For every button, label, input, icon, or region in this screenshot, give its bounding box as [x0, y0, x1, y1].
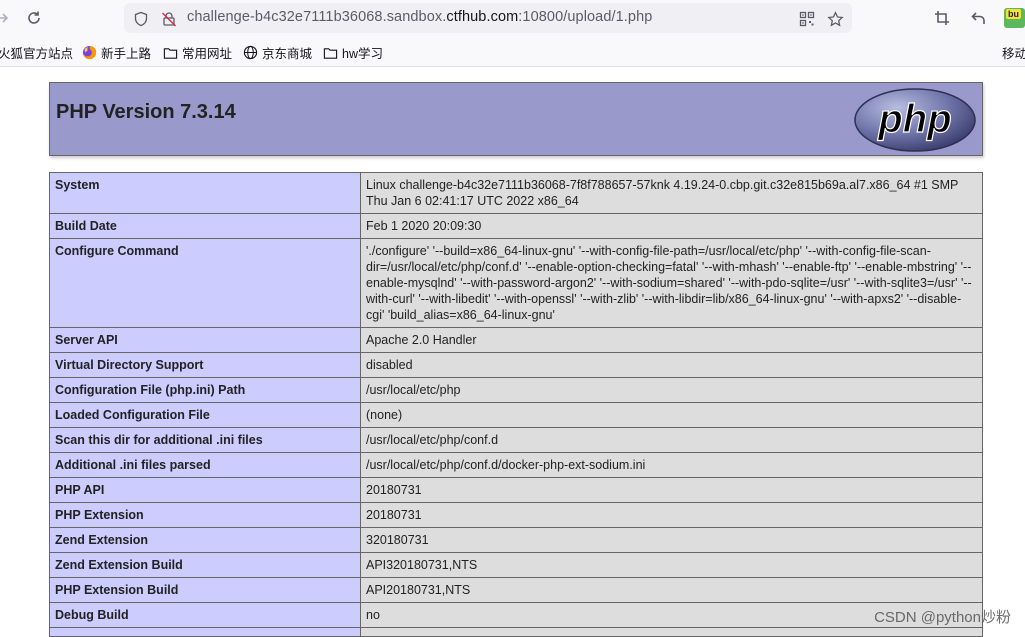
row-key: System: [49, 172, 361, 214]
row-value: /usr/local/etc/php/conf.d/docker-php-ext…: [360, 452, 983, 478]
watermark: CSDN @python炒粉: [874, 609, 1011, 626]
bookmark-hw-study[interactable]: hw学习: [323, 43, 383, 62]
bookmark-label: 新手上路: [101, 47, 152, 61]
row-key: PHP API: [49, 477, 361, 503]
row-value: 320180731: [360, 527, 983, 553]
undo-icon[interactable]: [967, 6, 991, 30]
row-value: Feb 1 2020 20:09:30: [360, 213, 983, 239]
folder-icon: [323, 45, 338, 60]
bookmark-label: 京东商城: [262, 47, 313, 61]
row-key: Configure Command: [49, 238, 361, 328]
php-logo-text: php: [877, 97, 951, 141]
row-key: Server API: [49, 327, 361, 353]
table-row: System Linux challenge-b4c32e7111b36068-7…: [49, 172, 983, 214]
bookmark-common-sites[interactable]: 常用网址: [163, 43, 232, 62]
bookmark-mobile[interactable]: 移动: [1002, 43, 1025, 62]
row-key: PHP Extension: [49, 502, 361, 528]
php-version-header: PHP Version 7.3.14 php: [49, 82, 983, 156]
row-key: Additional .ini files parsed: [49, 452, 361, 478]
browser-toolbar: challenge-b4c32e7111b36068.sandbox.ctfhu…: [0, 0, 1025, 36]
table-row: PHP Extension 20180731: [49, 502, 983, 528]
globe-icon: [243, 45, 258, 60]
row-value: disabled: [360, 352, 983, 378]
extension-badge: bu: [1006, 9, 1021, 19]
table-row: PHP Extension Build API20180731,NTS: [49, 577, 983, 603]
crop-icon[interactable]: [930, 6, 954, 30]
bookmarks-bar: 火狐官方站点 新手上路 常用网址 京东商城 hw学习 移动: [0, 36, 1025, 67]
row-key: Debug Build: [49, 602, 361, 628]
php-logo[interactable]: php: [853, 87, 977, 158]
row-key: [49, 627, 361, 637]
row-key: Zend Extension Build: [49, 552, 361, 578]
row-key: Loaded Configuration File: [49, 402, 361, 428]
insecure-lock-icon[interactable]: [160, 10, 178, 28]
bookmark-label: hw学习: [342, 47, 383, 61]
table-row: Loaded Configuration File (none): [49, 402, 983, 428]
row-key: Scan this dir for additional .ini files: [49, 427, 361, 453]
row-key: Build Date: [49, 213, 361, 239]
row-value: 20180731: [360, 477, 983, 503]
table-row: Zend Extension 320180731: [49, 527, 983, 553]
qr-code-icon[interactable]: [798, 10, 816, 28]
table-row: Server API Apache 2.0 Handler: [49, 327, 983, 353]
row-value: 20180731: [360, 502, 983, 528]
row-value: Linux challenge-b4c32e7111b36068-7f8f788…: [360, 172, 983, 214]
shield-icon[interactable]: [132, 10, 150, 28]
row-key: Configuration File (php.ini) Path: [49, 377, 361, 403]
bookmark-jd-mall[interactable]: 京东商城: [243, 43, 312, 62]
extension-icon[interactable]: bu: [1004, 6, 1025, 30]
table-row: Virtual Directory Support disabled: [49, 352, 983, 378]
table-row: Debug Build no: [49, 602, 983, 628]
row-value: API320180731,NTS: [360, 552, 983, 578]
row-value: [360, 627, 983, 637]
table-row: Configuration File (php.ini) Path/usr/lo…: [49, 377, 983, 403]
table-row: Build Date Feb 1 2020 20:09:30: [49, 213, 983, 239]
row-value: API20180731,NTS: [360, 577, 983, 603]
table-row: Zend Extension Build API320180731,NTS: [49, 552, 983, 578]
bookmark-label: 移动: [1002, 47, 1025, 61]
table-row: Configure Command './configure' '--build=…: [49, 238, 983, 328]
row-key: PHP Extension Build: [49, 577, 361, 603]
folder-icon: [163, 45, 178, 60]
row-value: Apache 2.0 Handler: [360, 327, 983, 353]
url-text: challenge-b4c32e7111b36068.sandbox.ctfhu…: [187, 9, 653, 25]
row-value: (none): [360, 402, 983, 428]
table-row: [49, 627, 983, 637]
row-key: Virtual Directory Support: [49, 352, 361, 378]
row-key: Zend Extension: [49, 527, 361, 553]
table-row: Scan this dir for additional .ini files /…: [49, 427, 983, 453]
forward-icon[interactable]: [0, 6, 14, 30]
page-content: PHP Version 7.3.14 php System Linux chall…: [0, 67, 1025, 637]
table-row: Additional .ini files parsed/usr/local/e…: [49, 452, 983, 478]
row-value: /usr/local/etc/php: [360, 377, 983, 403]
bookmark-star-icon[interactable]: [826, 10, 844, 28]
row-value: /usr/local/etc/php/conf.d: [360, 427, 983, 453]
table-row: PHP API 20180731: [49, 477, 983, 503]
page-title: PHP Version 7.3.14: [56, 101, 236, 123]
address-bar[interactable]: challenge-b4c32e7111b36068.sandbox.ctfhu…: [124, 3, 852, 33]
reload-icon[interactable]: [22, 6, 46, 30]
firefox-icon: [82, 45, 97, 60]
bookmark-firefox-site[interactable]: 火狐官方站点: [0, 43, 73, 62]
bookmark-getting-started[interactable]: 新手上路: [82, 43, 151, 62]
row-value: './configure' '--build=x86_64-linux-gnu'…: [360, 238, 983, 328]
php-info-table: System Linux challenge-b4c32e7111b36068-7…: [49, 172, 983, 637]
bookmark-label: 常用网址: [182, 47, 233, 61]
bookmark-label: 火狐官方站点: [0, 47, 74, 61]
